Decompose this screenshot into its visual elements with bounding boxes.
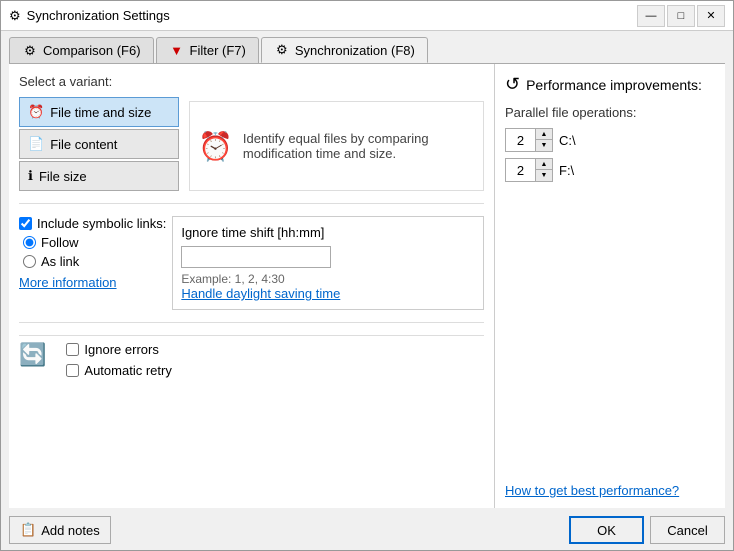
parallel-row-c: ▲ ▼ C:\ [505, 128, 715, 152]
performance-icon: ↺ [505, 74, 520, 95]
title-bar-left: ⚙ Synchronization Settings [9, 8, 170, 24]
close-button[interactable]: ✕ [697, 5, 725, 27]
window-title: Synchronization Settings [27, 8, 170, 23]
desc-clock-icon: ⏰ [198, 130, 233, 163]
window-icon: ⚙ [9, 8, 21, 24]
description-text: Identify equal files by comparing modifi… [243, 131, 475, 161]
follow-label: Follow [41, 235, 79, 250]
automatic-retry-checkbox[interactable] [66, 364, 79, 377]
tab-comparison-label: Comparison (F6) [43, 43, 141, 58]
time-shift-input[interactable] [181, 246, 331, 268]
bottom-right-buttons: OK Cancel [569, 516, 725, 544]
as-link-radio-row: As link [19, 254, 166, 269]
spinner-f-arrows: ▲ ▼ [536, 159, 552, 181]
right-panel: ↺ Performance improvements: Parallel fil… [495, 64, 725, 508]
errors-checkboxes: Ignore errors Automatic retry [66, 342, 171, 378]
sync-icon: ⚙ [274, 42, 290, 58]
spinner-c-down[interactable]: ▼ [536, 140, 552, 151]
variant-file-content[interactable]: 📄 File content [19, 129, 179, 159]
ok-button[interactable]: OK [569, 516, 644, 544]
ignore-errors-label: Ignore errors [84, 342, 158, 357]
add-notes-icon: 📋 [20, 522, 36, 538]
variant-buttons: ⏰ File time and size 📄 File content ℹ Fi… [19, 97, 179, 191]
example-text: Example: 1, 2, 4:30 [181, 272, 475, 286]
cancel-button[interactable]: Cancel [650, 516, 725, 544]
performance-title-label: Performance improvements: [526, 77, 702, 93]
spinner-c-input[interactable] [506, 129, 536, 151]
how-to-link[interactable]: How to get best performance? [505, 483, 715, 498]
spinner-c: ▲ ▼ [505, 128, 553, 152]
bottom-bar: 📋 Add notes OK Cancel [1, 510, 733, 550]
parallel-row-f: ▲ ▼ F:\ [505, 158, 715, 182]
errors-section: 🔄 Ignore errors Automatic retry [19, 335, 484, 384]
divider-1 [19, 203, 484, 204]
file-content-label: File content [50, 137, 117, 152]
title-bar: ⚙ Synchronization Settings — □ ✕ [1, 1, 733, 31]
parallel-label: Parallel file operations: [505, 105, 715, 120]
file-time-size-icon: ⏰ [28, 104, 44, 120]
follow-radio-row: Follow [19, 235, 166, 250]
variant-file-size[interactable]: ℹ File size [19, 161, 179, 191]
daylight-saving-link[interactable]: Handle daylight saving time [181, 286, 340, 301]
tab-filter-label: Filter (F7) [190, 43, 246, 58]
spinner-c-arrows: ▲ ▼ [536, 129, 552, 151]
file-time-size-label: File time and size [50, 105, 151, 120]
minimize-button[interactable]: — [637, 5, 665, 27]
title-bar-controls: — □ ✕ [637, 5, 725, 27]
drive-c-label: C:\ [559, 133, 576, 148]
as-link-label: As link [41, 254, 79, 269]
time-shift-label: Ignore time shift [hh:mm] [181, 225, 475, 240]
middle-section: Include symbolic links: Follow As link M… [19, 216, 484, 310]
file-size-label: File size [39, 169, 87, 184]
ignore-errors-row: Ignore errors [66, 342, 171, 357]
tab-bar: ⚙ Comparison (F6) ▼ Filter (F7) ⚙ Synchr… [1, 31, 733, 63]
divider-2 [19, 322, 484, 323]
drive-f-label: F:\ [559, 163, 574, 178]
follow-radio[interactable] [23, 236, 36, 249]
include-symlinks-row: Include symbolic links: [19, 216, 166, 231]
tab-comparison[interactable]: ⚙ Comparison (F6) [9, 37, 154, 63]
include-symlinks-label: Include symbolic links: [37, 216, 166, 231]
automatic-retry-label: Automatic retry [84, 363, 171, 378]
include-symlinks-checkbox[interactable] [19, 217, 32, 230]
spinner-f-input[interactable] [506, 159, 536, 181]
comparison-icon: ⚙ [22, 43, 38, 59]
spinner-f-up[interactable]: ▲ [536, 159, 552, 170]
spinner-f-down[interactable]: ▼ [536, 170, 552, 181]
description-box: ⏰ Identify equal files by comparing modi… [189, 101, 484, 191]
spinner-f: ▲ ▼ [505, 158, 553, 182]
content-area: Select a variant: ⏰ File time and size 📄… [9, 63, 725, 508]
filter-icon: ▼ [169, 43, 185, 59]
maximize-button[interactable]: □ [667, 5, 695, 27]
tab-synchronization[interactable]: ⚙ Synchronization (F8) [261, 37, 428, 63]
variant-desc-row: ⏰ File time and size 📄 File content ℹ Fi… [19, 97, 484, 191]
ignore-errors-checkbox[interactable] [66, 343, 79, 356]
main-panel: Select a variant: ⏰ File time and size 📄… [9, 64, 495, 508]
more-info-link[interactable]: More information [19, 275, 166, 290]
tab-synchronization-label: Synchronization (F8) [295, 43, 415, 58]
window: ⚙ Synchronization Settings — □ ✕ ⚙ Compa… [0, 0, 734, 551]
time-shift-section: Ignore time shift [hh:mm] Example: 1, 2,… [172, 216, 484, 310]
automatic-retry-row: Automatic retry [66, 363, 171, 378]
as-link-radio[interactable] [23, 255, 36, 268]
add-notes-button[interactable]: 📋 Add notes [9, 516, 111, 544]
tab-filter[interactable]: ▼ Filter (F7) [156, 37, 259, 63]
file-content-icon: 📄 [28, 136, 44, 152]
symlinks-section: Include symbolic links: Follow As link M… [19, 216, 166, 310]
spinner-c-up[interactable]: ▲ [536, 129, 552, 140]
variant-file-time-size[interactable]: ⏰ File time and size [19, 97, 179, 127]
select-variant-label: Select a variant: [19, 74, 484, 89]
errors-icon: 🔄 [19, 342, 46, 378]
performance-title: ↺ Performance improvements: [505, 74, 715, 95]
file-size-icon: ℹ [28, 168, 33, 184]
add-notes-label: Add notes [41, 523, 100, 538]
